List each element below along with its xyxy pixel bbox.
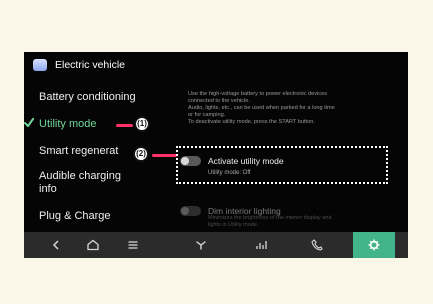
activate-utility-mode-label: Activate utility mode <box>208 156 284 166</box>
back-button[interactable] <box>35 232 77 258</box>
menu-item-audible-charging-info-line-2[interactable]: info <box>39 182 57 196</box>
menu-item-battery-conditioning[interactable]: Battery conditioning <box>39 90 136 104</box>
dim-interior-description-line: Minimizes the brightness of the interior… <box>208 215 332 221</box>
description-line: connected to the vehicle. <box>188 98 250 104</box>
description-line: Use the high-voltage battery to power el… <box>188 91 327 97</box>
media-button[interactable] <box>240 232 282 258</box>
dim-interior-lighting-row: Dim interior lighting Minimizes the brig… <box>180 202 405 236</box>
home-icon <box>87 239 99 251</box>
settings-icon <box>368 239 380 251</box>
settings-button[interactable] <box>353 232 395 258</box>
title-bar: Electric vehicle <box>24 52 408 80</box>
description-line: Audio, lights, etc., can be used when pa… <box>188 105 335 111</box>
page-title: Electric vehicle <box>55 59 126 71</box>
description-line: or for camping. <box>188 112 226 118</box>
signal-bars-icon <box>256 241 267 249</box>
utility-mode-description: Use the high-voltage battery to power el… <box>188 91 400 126</box>
infotainment-screen: Electric vehicle Battery conditioning Ut… <box>24 52 408 258</box>
bottom-navigation-bar <box>24 232 408 258</box>
dim-interior-lighting-description: Minimizes the brightness of the interior… <box>208 215 332 228</box>
climate-fan-icon <box>196 241 206 250</box>
dim-interior-description-line: lights in Utility mode. <box>208 221 259 228</box>
menu-button[interactable] <box>112 232 154 258</box>
menu-item-audible-charging-info[interactable]: Audible charging <box>39 169 121 183</box>
activate-utility-mode-toggle[interactable] <box>180 156 201 166</box>
description-line: To deactivate utility mode, press the ST… <box>188 119 315 125</box>
utility-mode-status: Utility mode: Off <box>208 170 251 176</box>
back-icon <box>52 240 59 250</box>
climate-button[interactable] <box>180 232 222 258</box>
phone-icon <box>311 239 323 251</box>
phone-button[interactable] <box>296 232 338 258</box>
dim-interior-lighting-toggle <box>180 206 201 216</box>
settings-menu: Battery conditioning Utility mode Smart … <box>24 80 170 230</box>
electric-vehicle-icon <box>33 59 47 71</box>
check-icon <box>24 118 34 127</box>
home-button[interactable] <box>72 232 114 258</box>
menu-item-utility-mode[interactable]: Utility mode <box>39 117 96 131</box>
menu-item-smart-regeneration[interactable]: Smart regenerat <box>39 144 118 158</box>
activate-utility-mode-row[interactable]: Activate utility mode Utility mode: Off <box>180 152 405 186</box>
menu-icon <box>128 241 138 249</box>
menu-item-plug-and-charge[interactable]: Plug & Charge <box>39 209 111 223</box>
